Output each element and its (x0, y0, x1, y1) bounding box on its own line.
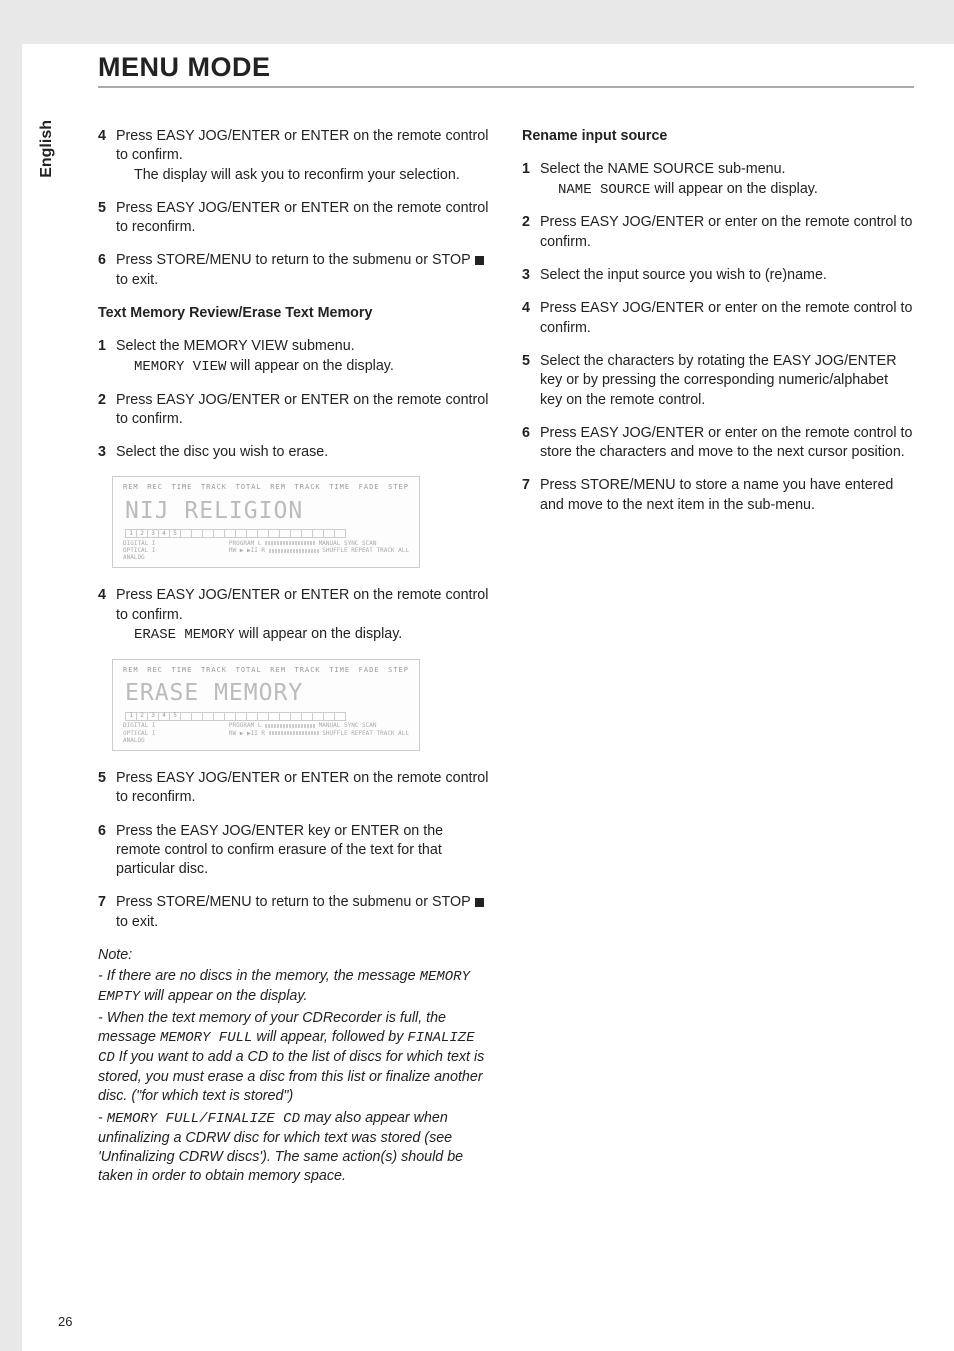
rstep-2-text: Press EASY JOG/ENTER or enter on the rem… (540, 213, 914, 252)
note-3: - MEMORY FULL/FINALIZE CD may also appea… (98, 1109, 490, 1187)
disp1-trackbar: 12345 (125, 529, 407, 539)
right-column: Rename input source 1 Select the NAME SO… (522, 127, 914, 1189)
step-6-text-b: to exit. (116, 272, 158, 288)
rstep-6-text: Press EASY JOG/ENTER or enter on the rem… (540, 424, 914, 463)
step-5: 5 Press EASY JOG/ENTER or ENTER on the r… (98, 199, 490, 238)
disp2-top: REMRECTIMETRACKTOTALREMTRACKTIMEFADESTEP (123, 666, 409, 675)
rstep-4: 4 Press EASY JOG/ENTER or enter on the r… (522, 299, 914, 338)
rstep-3-text: Select the input source you wish to (re)… (540, 266, 914, 285)
rstep-4-text: Press EASY JOG/ENTER or enter on the rem… (540, 299, 914, 338)
disp2-trackbar: 12345 (125, 712, 407, 722)
seg-memory-view: MEMORY VIEW (134, 359, 226, 375)
note-2: - When the text memory of your CDRecorde… (98, 1009, 490, 1107)
tstep-7: 7 Press STORE/MENU to return to the subm… (98, 893, 490, 932)
rstep-3: 3 Select the input source you wish to (r… (522, 266, 914, 285)
content-columns: 4 Press EASY JOG/ENTER or ENTER on the r… (98, 127, 914, 1189)
tstep-1-text: Select the MEMORY VIEW submenu. (116, 338, 355, 354)
heading-text-memory: Text Memory Review/Erase Text Memory (98, 304, 490, 323)
display-religion: REMRECTIMETRACKTOTALREMTRACKTIMEFADESTEP… (112, 476, 420, 568)
left-column: 4 Press EASY JOG/ENTER or ENTER on the r… (98, 127, 490, 1189)
step-5-text: Press EASY JOG/ENTER or ENTER on the rem… (116, 199, 490, 238)
step-6: 6 Press STORE/MENU to return to the subm… (98, 251, 490, 290)
step-4-text: Press EASY JOG/ENTER or ENTER on the rem… (116, 128, 488, 163)
heading-rename-input: Rename input source (522, 127, 914, 146)
note-label: Note: (98, 946, 490, 965)
tstep-2: 2 Press EASY JOG/ENTER or ENTER on the r… (98, 391, 490, 430)
seg-erase-memory: ERASE MEMORY (134, 627, 235, 643)
disp1-text: NIJ RELIGION (125, 496, 303, 527)
rstep-2: 2 Press EASY JOG/ENTER or enter on the r… (522, 213, 914, 252)
tstep-7-text-b: to exit. (116, 914, 158, 930)
rstep-7: 7 Press STORE/MENU to store a name you h… (522, 476, 914, 515)
rstep-1: 1 Select the NAME SOURCE sub-menu. NAME … (522, 160, 914, 199)
page: MENU MODE English 4 Press EASY JOG/ENTER… (0, 0, 954, 1351)
step-6-text-a: Press STORE/MENU to return to the submen… (116, 252, 470, 268)
title-underline (98, 86, 914, 88)
tstep-1-tail: will appear on the display. (226, 358, 393, 374)
rstep-5-text: Select the characters by rotating the EA… (540, 352, 914, 410)
rstep-1-text: Select the NAME SOURCE sub-menu. (540, 161, 786, 177)
tstep-3: 3 Select the disc you wish to erase. (98, 443, 490, 462)
step-4: 4 Press EASY JOG/ENTER or ENTER on the r… (98, 127, 490, 185)
stop-icon (475, 256, 484, 265)
tstep-6-text: Press the EASY JOG/ENTER key or ENTER on… (116, 822, 490, 880)
disp2-text: ERASE MEMORY (125, 678, 303, 709)
language-tab: English (38, 120, 58, 178)
rstep-6: 6 Press EASY JOG/ENTER or enter on the r… (522, 424, 914, 463)
step-4-sub: The display will ask you to reconfirm yo… (134, 166, 490, 185)
tstep-3-text: Select the disc you wish to erase. (116, 443, 490, 462)
note-1: - If there are no discs in the memory, t… (98, 967, 490, 1007)
tstep-4: 4 Press EASY JOG/ENTER or ENTER on the r… (98, 586, 490, 644)
rstep-7-text: Press STORE/MENU to store a name you hav… (540, 476, 914, 515)
tstep-1: 1 Select the MEMORY VIEW submenu. MEMORY… (98, 337, 490, 376)
stop-icon (475, 898, 484, 907)
rstep-1-tail: will appear on the display. (650, 181, 817, 197)
seg-name-source: NAME SOURCE (558, 182, 650, 198)
page-number: 26 (58, 1314, 72, 1329)
tstep-4-text: Press EASY JOG/ENTER or ENTER on the rem… (116, 587, 488, 622)
gray-left-strip (0, 0, 22, 1351)
display-erase-memory: REMRECTIMETRACKTOTALREMTRACKTIMEFADESTEP… (112, 659, 420, 751)
tstep-7-text-a: Press STORE/MENU to return to the submen… (116, 894, 470, 910)
disp1-top: REMRECTIMETRACKTOTALREMTRACKTIMEFADESTEP (123, 483, 409, 492)
tstep-2-text: Press EASY JOG/ENTER or ENTER on the rem… (116, 391, 490, 430)
tstep-6: 6 Press the EASY JOG/ENTER key or ENTER … (98, 822, 490, 880)
tstep-5: 5 Press EASY JOG/ENTER or ENTER on the r… (98, 769, 490, 808)
gray-top-strip (0, 0, 954, 44)
tstep-4-tail: will appear on the display. (235, 626, 402, 642)
rstep-5: 5 Select the characters by rotating the … (522, 352, 914, 410)
tstep-5-text: Press EASY JOG/ENTER or ENTER on the rem… (116, 769, 490, 808)
page-title: MENU MODE (98, 52, 914, 83)
